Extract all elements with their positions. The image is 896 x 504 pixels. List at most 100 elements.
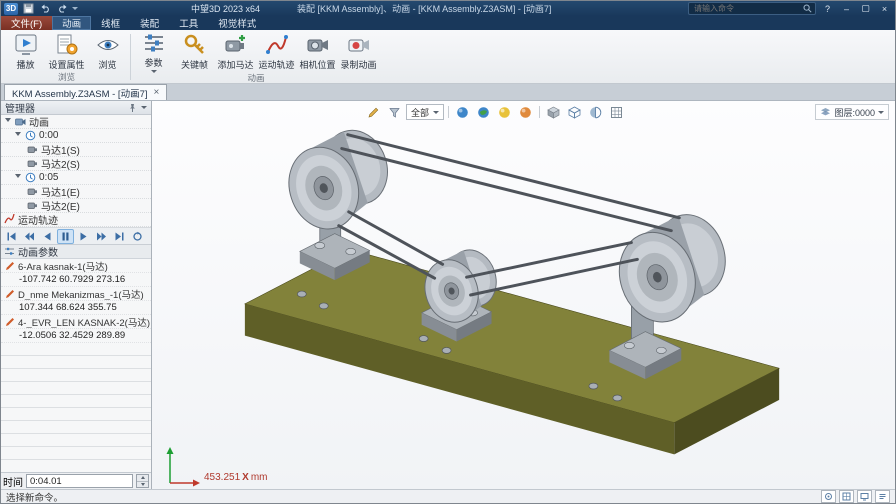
tree-item-time-5[interactable]: 0:05 [1,171,151,185]
params-icon [4,246,15,257]
tab-visual-style[interactable]: 视觉样式 [208,16,266,30]
motor-param-icon [4,260,15,271]
title-bar: 3D 中望3D 2023 x64 装配 [KKM Assembly]、动画 - … [1,1,895,16]
3d-scene-canvas[interactable] [152,101,895,489]
app-logo-icon[interactable]: 3D [4,3,18,15]
camera-position-button[interactable]: 相机位置 [297,31,338,73]
tree-item-motor2-end[interactable]: 马达2(E) [1,199,151,213]
spinner-down-icon[interactable] [137,482,148,488]
wireframe-cube-icon[interactable] [565,103,584,121]
play-forward-button[interactable] [75,229,92,244]
tree-item-time-0[interactable]: 0:00 [1,129,151,143]
trajectory-icon [265,33,289,57]
key-icon [183,33,207,57]
time-label: 时间 [3,474,23,489]
expander-icon[interactable] [15,132,21,140]
param-item[interactable]: 6-Ara kasnak-1(马达) [1,259,151,273]
close-button[interactable]: × [877,3,892,15]
go-to-start-button[interactable] [3,229,20,244]
message-log-icon[interactable] [875,490,890,503]
filter-icon[interactable] [385,103,404,121]
ribbon-group-animation: 参数 关键帧 添加马达 运动轨迹 相机位置 [133,31,379,83]
undo-icon[interactable] [38,3,52,15]
shaded-cube-icon[interactable] [544,103,563,121]
grid-toggle-icon[interactable] [607,103,626,121]
globe-display-icon[interactable] [474,103,493,121]
tab-tools[interactable]: 工具 [169,16,208,30]
tab-wireframe[interactable]: 线框 [91,16,130,30]
manager-options-caret-icon[interactable] [141,106,147,109]
status-message: 选择新命令。 [6,490,63,504]
layer-dropdown[interactable]: 图层:0000 [815,104,889,120]
pin-icon[interactable] [128,103,137,113]
filter-dropdown[interactable]: 全部 [406,104,444,120]
parameters-button[interactable]: 参数 [133,31,174,73]
shaded-display-icon[interactable] [453,103,472,121]
ribbon: 播放 设置属性 浏览 浏览 参数 [1,30,895,84]
time-field[interactable]: 0:04.01 [26,474,133,488]
param-item[interactable]: D_nme Mekanizmas_-1(马达) [1,287,151,301]
set-properties-button[interactable]: 设置属性 [46,31,87,72]
command-search[interactable] [688,2,816,15]
browse-button[interactable]: 浏览 [87,31,128,72]
param-value: -12.0506 32.4529 289.89 [1,329,151,343]
play-button[interactable]: 播放 [5,31,46,72]
tree-item-motor1-start[interactable]: 马达1(S) [1,143,151,157]
section-view-icon[interactable] [586,103,605,121]
menu-bar: 文件(F) 动画 线框 装配 工具 视觉样式 [1,16,895,30]
loop-button[interactable] [129,229,146,244]
motor-icon [27,186,38,197]
pulley-3[interactable] [608,206,736,332]
minimize-button[interactable]: – [839,3,854,15]
record-animation-button[interactable]: 录制动画 [338,31,379,73]
step-back-button[interactable] [21,229,38,244]
material-display-icon[interactable] [516,103,535,121]
playback-toolbar [1,227,151,245]
display-status-icon[interactable] [857,490,872,503]
expander-icon[interactable] [15,174,21,182]
viewport-toolbar: 全部 图层:0000 [364,103,889,121]
file-menu-button[interactable]: 文件(F) [1,16,52,30]
pulley-1[interactable] [279,122,397,238]
timeline-grid [1,343,151,472]
chevron-down-icon [433,111,439,114]
step-forward-button[interactable] [93,229,110,244]
params-header: 动画参数 [1,245,151,259]
motor-plus-icon [224,33,248,57]
tree-item-motion-path[interactable]: 运动轨迹 [1,213,151,227]
ribbon-group-label-browse: 浏览 [5,72,128,83]
play-backward-button[interactable] [39,229,56,244]
grid-status-icon[interactable] [839,490,854,503]
snap-toggle-icon[interactable] [821,490,836,503]
tree-item-motor2-start[interactable]: 马达2(S) [1,157,151,171]
tab-assembly[interactable]: 装配 [130,16,169,30]
motion-trajectory-button[interactable]: 运动轨迹 [256,31,297,73]
document-tab-close-icon[interactable]: × [154,87,160,98]
param-item[interactable]: 4-_EVR_LEN KASNAK-2(马达) [1,315,151,329]
eye-icon [96,33,120,57]
sketch-edit-icon[interactable] [364,103,383,121]
expander-icon[interactable] [5,118,11,126]
help-button[interactable]: ? [820,3,835,15]
maximize-button[interactable]: ▢ [858,3,873,15]
go-to-end-button[interactable] [111,229,128,244]
app-window: 3D 中望3D 2023 x64 装配 [KKM Assembly]、动画 - … [0,0,896,504]
redo-icon[interactable] [55,3,69,15]
save-icon[interactable] [21,3,35,15]
tree-item-animation[interactable]: 动画 [1,115,151,129]
tree-item-motor1-end[interactable]: 马达1(E) [1,185,151,199]
render-display-icon[interactable] [495,103,514,121]
ribbon-group-label-animation: 动画 [133,73,379,84]
belt-left-right [342,135,680,231]
add-motor-button[interactable]: 添加马达 [215,31,256,73]
manager-title: 管理器 [5,100,35,115]
viewport[interactable]: 全部 图层:0000 [152,101,895,489]
document-tab[interactable]: KKM Assembly.Z3ASM - [动画7] × [4,84,167,100]
quick-access-caret-icon[interactable] [72,7,78,10]
pause-button[interactable] [57,229,74,244]
command-search-input[interactable] [692,3,800,14]
sliders-icon [142,31,166,55]
time-spinner[interactable] [136,474,149,488]
tab-animation[interactable]: 动画 [52,16,91,30]
keyframe-button[interactable]: 关键帧 [174,31,215,73]
